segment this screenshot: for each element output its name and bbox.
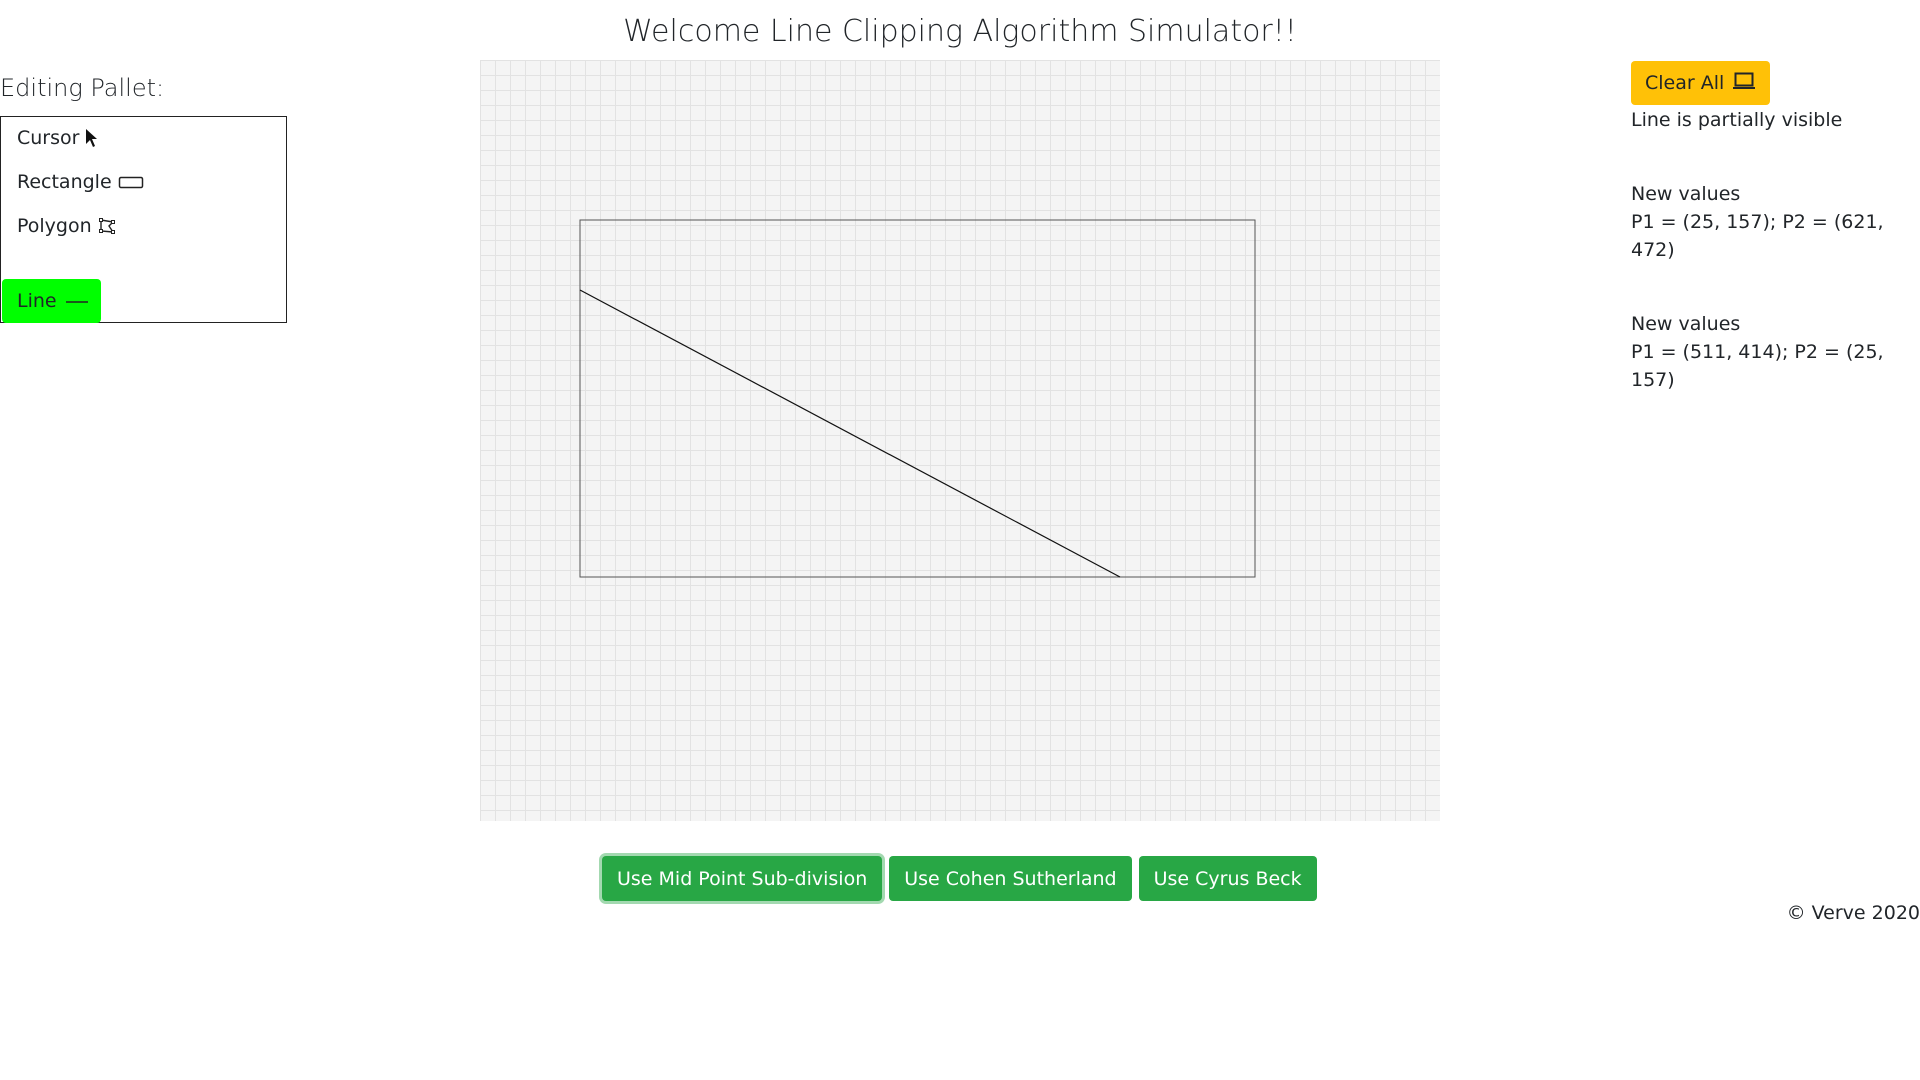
result-block: New values P1 = (25, 157); P2 = (621, 47…: [1631, 180, 1901, 264]
visibility-status: Line is partially visible: [1631, 109, 1843, 131]
tool-line[interactable]: Line: [2, 279, 101, 323]
result-value: P1 = (511, 414); P2 = (25, 157): [1631, 341, 1884, 391]
canvas-drawing: [579, 219, 1256, 578]
rectangle-icon: [118, 174, 144, 190]
result-value: P1 = (25, 157); P2 = (621, 472): [1631, 211, 1884, 261]
drawing-canvas[interactable]: [480, 60, 1440, 821]
tool-polygon-label: Polygon: [17, 215, 92, 237]
result-heading: New values: [1631, 313, 1741, 335]
page-title: Welcome Line Clipping Algorithm Simulato…: [623, 14, 1297, 49]
tool-line-label: Line: [17, 290, 57, 312]
algorithm-buttons: Use Mid Point Sub-division Use Cohen Sut…: [602, 856, 1317, 901]
clear-all-label: Clear All: [1645, 72, 1725, 94]
status-panel: Line is partially visible New values P1 …: [1631, 106, 1901, 440]
pallet-heading: Editing Pallet:: [0, 74, 165, 102]
midpoint-subdivision-button[interactable]: Use Mid Point Sub-division: [602, 856, 883, 901]
tool-rectangle[interactable]: Rectangle: [17, 171, 144, 193]
clip-window-rectangle: [579, 219, 1256, 578]
tool-cursor-label: Cursor: [17, 127, 80, 149]
laptop-icon: [1732, 71, 1756, 96]
result-block: New values P1 = (511, 414); P2 = (25, 15…: [1631, 310, 1901, 394]
cohen-sutherland-button[interactable]: Use Cohen Sutherland: [889, 856, 1132, 901]
result-heading: New values: [1631, 183, 1741, 205]
cyrus-beck-button[interactable]: Use Cyrus Beck: [1138, 856, 1317, 901]
editing-pallet: Cursor Rectangle Polygon Line: [0, 116, 287, 323]
tool-polygon[interactable]: Polygon: [17, 215, 116, 237]
drawn-line: [579, 289, 1121, 578]
polygon-icon: [98, 217, 116, 235]
footer-copyright: © Verve 2020: [1786, 902, 1920, 924]
line-icon: [65, 290, 89, 312]
tool-cursor[interactable]: Cursor: [17, 127, 99, 149]
tool-rectangle-label: Rectangle: [17, 171, 112, 193]
cursor-icon: [85, 128, 99, 148]
clear-all-button[interactable]: Clear All: [1631, 61, 1771, 105]
